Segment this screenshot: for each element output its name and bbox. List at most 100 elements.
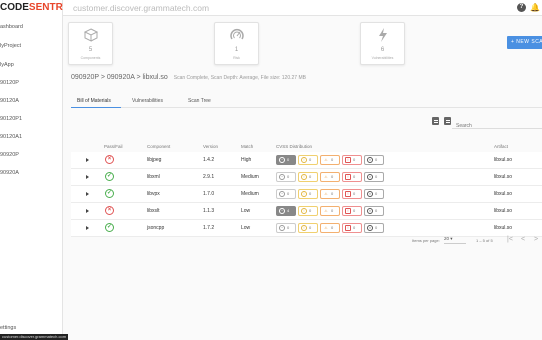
- cvss-high-count: 0: [353, 208, 356, 213]
- status-bar-url: customer.discover.grammatech.com: [0, 334, 69, 340]
- expand-row-icon[interactable]: [86, 226, 89, 230]
- table-row[interactable]: ✓ libxml 2.9.1 Medium −0! 0 ⚠ 0! 0 × 0 libxul.so: [71, 169, 542, 186]
- cvss-medium-count: 0: [331, 208, 334, 213]
- sidebar-item-settings[interactable]: ettings: [0, 325, 16, 331]
- minus-icon: −: [279, 173, 285, 180]
- table-row[interactable]: × libjpeg 1.4.2 High −0! 0 ⚠ 0! 0 × 0 libxul.so: [71, 152, 542, 169]
- cvss-high-chip[interactable]: ! 0: [342, 189, 362, 199]
- table-row[interactable]: ✓ jsoncpp 1.7.2 Low −0! 0 ⚠ 0! 0 × 0 libxul.so: [71, 220, 542, 237]
- cvss-medium-chip[interactable]: ⚠ 0: [320, 155, 340, 165]
- export-document-icon[interactable]: [432, 117, 439, 125]
- sidebar-item-myapp[interactable]: lyApp: [0, 62, 14, 68]
- sidebar-item-myproject[interactable]: lyProject: [0, 43, 21, 49]
- warning-icon: ⚠: [324, 208, 328, 213]
- table-row[interactable]: ✓ libvpx 1.7.0 Medium −0! 0 ⚠ 0! 0 × 0 libxul.so: [71, 186, 542, 203]
- header-passfail[interactable]: Pass/Fail: [104, 144, 123, 149]
- tab-scan-tree[interactable]: Scan Tree: [188, 98, 211, 104]
- cvss-none-count: 4: [287, 208, 290, 213]
- info-icon: !: [301, 173, 307, 180]
- sidebar-item-dashboard[interactable]: ashboard: [0, 24, 23, 30]
- sidebar-item-90920p[interactable]: 90920P: [0, 152, 19, 158]
- next-page-icon[interactable]: >: [534, 236, 538, 243]
- logo-main-text: CODE: [0, 2, 29, 13]
- header-match[interactable]: Match: [241, 144, 253, 149]
- components-card[interactable]: 5 Components: [68, 22, 113, 65]
- rows-per-page-select[interactable]: 20 ▾: [444, 236, 466, 244]
- cvss-medium-chip[interactable]: ⚠ 0: [320, 172, 340, 182]
- alert-icon: !: [345, 224, 351, 231]
- cvss-low-chip[interactable]: ! 0: [298, 155, 318, 165]
- bell-icon[interactable]: 🔔: [530, 3, 540, 12]
- search-input[interactable]: [452, 119, 532, 133]
- header-artifact[interactable]: Artifact: [494, 144, 508, 149]
- rows-per-page-label: Items per page:: [412, 238, 440, 243]
- help-icon[interactable]: ?: [517, 3, 526, 12]
- previous-page-icon[interactable]: <: [521, 236, 525, 243]
- cvss-low-chip[interactable]: ! 0: [298, 172, 318, 182]
- minus-icon: −: [279, 224, 285, 231]
- cvss-none-count: 0: [287, 191, 290, 196]
- tab-bill-of-materials[interactable]: Bill of Materials: [77, 98, 111, 104]
- vulnerabilities-card[interactable]: 6 Vulnerabilities: [360, 22, 405, 65]
- cvss-critical-chip[interactable]: × 0: [364, 172, 384, 182]
- sidebar-item-90120p1[interactable]: 90120P1: [0, 116, 22, 122]
- header-component[interactable]: Component: [147, 144, 170, 149]
- cvss-critical-chip[interactable]: × 0: [364, 155, 384, 165]
- info-icon: !: [301, 224, 307, 231]
- new-scan-button[interactable]: + NEW SCAN: [507, 36, 542, 49]
- cvss-none-chip[interactable]: −0: [276, 172, 296, 182]
- cvss-critical-chip[interactable]: × 0: [364, 206, 384, 216]
- match-cell: Medium: [241, 174, 259, 180]
- version-cell: 2.9.1: [203, 174, 215, 180]
- cvss-critical-chip[interactable]: × 0: [364, 189, 384, 199]
- cvss-none-chip[interactable]: −0: [276, 223, 296, 233]
- cvss-none-chip[interactable]: −0: [276, 189, 296, 199]
- components-label: Components: [80, 56, 101, 60]
- cvss-low-chip[interactable]: ! 0: [298, 189, 318, 199]
- expand-row-icon[interactable]: [86, 192, 89, 196]
- risk-card[interactable]: 1 Risk: [214, 22, 259, 65]
- header-version[interactable]: Version: [203, 144, 218, 149]
- sidebar-item-90120a[interactable]: 90120A: [0, 98, 19, 104]
- cvss-high-count: 0: [353, 157, 356, 162]
- expand-row-icon[interactable]: [86, 209, 89, 213]
- cvss-high-chip[interactable]: ! 0: [342, 172, 362, 182]
- match-cell: High: [241, 157, 252, 163]
- cvss-none-chip[interactable]: −0: [276, 155, 296, 165]
- scan-meta: Scan Complete, Scan Depth: Average, File…: [173, 75, 306, 81]
- component-cell: libxslt: [147, 208, 160, 214]
- cvss-low-count: 0: [309, 208, 312, 213]
- pass-icon: ✓: [105, 223, 114, 232]
- table-row[interactable]: × libxslt 1.1.3 Low −4! 0 ⚠ 0! 0 × 0 libxul.so: [71, 203, 542, 220]
- export-spreadsheet-icon[interactable]: [444, 117, 451, 125]
- version-cell: 1.7.2: [203, 225, 215, 231]
- first-page-icon[interactable]: |<: [507, 236, 513, 243]
- cvss-medium-chip[interactable]: ⚠ 0: [320, 206, 340, 216]
- cvss-high-chip[interactable]: ! 0: [342, 206, 362, 216]
- components-count: 5: [88, 47, 93, 53]
- cvss-high-chip[interactable]: ! 0: [342, 223, 362, 233]
- app-logo[interactable]: CODESENTRY: [0, 2, 69, 13]
- sidebar-item-90920a[interactable]: 90920A: [0, 170, 19, 176]
- chevron-down-icon: ▾: [450, 236, 453, 241]
- tab-vulnerabilities[interactable]: Vulnerabilities: [132, 98, 163, 104]
- component-cell: libvpx: [147, 191, 160, 197]
- alert-icon: !: [345, 190, 351, 197]
- cvss-medium-chip[interactable]: ⚠ 0: [320, 223, 340, 233]
- cvss-low-chip[interactable]: ! 0: [298, 206, 318, 216]
- expand-row-icon[interactable]: [86, 175, 89, 179]
- cvss-high-chip[interactable]: ! 0: [342, 155, 362, 165]
- bolt-icon: [379, 28, 387, 42]
- cvss-medium-count: 0: [331, 157, 334, 162]
- breadcrumb-path[interactable]: 090920P > 090920A > libxul.so: [71, 74, 168, 81]
- cvss-none-chip[interactable]: −4: [276, 206, 296, 216]
- sidebar-item-90120p[interactable]: 90120P: [0, 80, 19, 86]
- minus-icon: −: [279, 190, 285, 197]
- expand-row-icon[interactable]: [86, 158, 89, 162]
- header-cvss[interactable]: CVSS Distribution: [276, 144, 312, 149]
- cvss-high-count: 0: [353, 191, 356, 196]
- cvss-medium-chip[interactable]: ⚠ 0: [320, 189, 340, 199]
- sidebar-item-90120a1[interactable]: 90120A1: [0, 134, 22, 140]
- cvss-critical-chip[interactable]: × 0: [364, 223, 384, 233]
- cvss-low-chip[interactable]: ! 0: [298, 223, 318, 233]
